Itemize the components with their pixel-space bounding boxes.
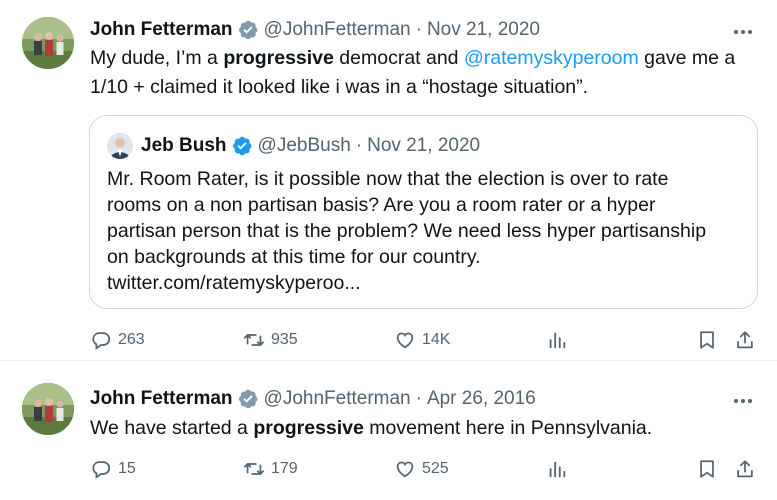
quoted-text-line: rooms on a non partisan basis? Are you a… [107,194,656,216]
author-handle[interactable]: @JohnFetterman [264,388,411,410]
tweet-header: John Fetterman @JohnFetterman · Nov 21, … [90,17,540,43]
more-options-icon[interactable] [731,20,755,44]
quoted-tweet-text: Mr. Room Rater, is it possible now that … [107,166,739,296]
tweet-date[interactable]: Nov 21, 2020 [427,19,540,41]
separator: · [355,135,363,156]
quoted-author-name: Jeb Bush [141,135,227,156]
tweet-text-part: democrat and [333,47,464,69]
share-button[interactable] [734,454,756,484]
tweet-text: We have started a progressive movement h… [90,414,757,443]
reply-count: 263 [118,331,145,348]
tweet[interactable]: John Fetterman @JohnFetterman · Nov 21, … [0,0,777,361]
separator: · [415,19,422,40]
like-count: 14K [422,331,451,348]
author-name[interactable]: John Fetterman [90,19,233,41]
reply-icon [92,332,111,350]
quoted-avatar [107,133,133,159]
retweet-button[interactable]: 935 [243,325,298,355]
author-handle[interactable]: @JohnFetterman [264,19,411,41]
share-icon [737,460,753,478]
quoted-tweet[interactable]: Jeb Bush @JebBush · Nov 21, 2020 Mr. Roo… [89,115,758,309]
tweet-actions: 263 935 14K [90,325,757,355]
tweet-header: John Fetterman @JohnFetterman · Apr 26, … [90,386,536,412]
retweet-count: 179 [271,460,298,477]
retweet-button[interactable]: 179 [243,454,298,484]
views-chart-icon [549,332,566,349]
tweet-actions: 15 179 525 [90,454,757,484]
views-chart-icon [549,461,566,478]
retweet-count: 935 [271,331,298,348]
reply-icon [92,461,111,479]
quoted-author-handle: @JebBush [257,135,351,156]
avatar-photo [22,17,74,69]
reply-button[interactable]: 263 [90,325,145,355]
verified-badge-icon [237,388,259,410]
views-button[interactable] [546,454,568,484]
retweet-icon [243,463,265,475]
more-options-icon[interactable] [731,389,755,413]
bookmark-button[interactable] [696,454,718,484]
views-button[interactable] [546,325,568,355]
verified-badge-icon [237,19,259,41]
reply-count: 15 [118,460,136,477]
avatar[interactable] [22,17,74,69]
heart-icon [396,461,414,478]
tweet-text-part: We have started a [90,417,254,439]
verified-badge-icon [231,135,253,157]
quoted-tweet-header: Jeb Bush @JebBush · Nov 21, 2020 [107,132,480,160]
quoted-text-line: partisan person that is the problem? We … [107,220,707,242]
tweet-text-bold: progressive [223,47,334,69]
quoted-link[interactable]: twitter.com/ratemyskyperoo... [107,270,739,296]
quoted-text-line: on backgrounds at this time for our coun… [107,246,481,268]
tweet-text-part: My dude, I’m a [90,47,224,69]
avatar[interactable] [22,383,74,435]
like-count: 525 [422,460,449,477]
share-icon [737,331,753,349]
tweet-date[interactable]: Apr 26, 2016 [427,388,536,410]
bookmark-icon [700,460,714,478]
bookmark-icon [700,331,714,349]
like-button[interactable]: 525 [394,454,449,484]
quoted-tweet-date: Nov 21, 2020 [367,135,481,156]
tweet-text: My dude, I’m a progressive democrat and … [90,44,757,102]
quoted-text-line: Mr. Room Rater, is it possible now that … [107,168,669,190]
mention-link[interactable]: @ratemyskyperoom [464,47,639,69]
share-button[interactable] [734,325,756,355]
tweet-text-part: movement here in Pennsylvania. [363,417,653,439]
tweet[interactable]: John Fetterman @JohnFetterman · Apr 26, … [0,361,777,500]
avatar-photo [22,383,74,435]
bookmark-button[interactable] [696,325,718,355]
like-button[interactable]: 14K [394,325,450,355]
retweet-icon [243,334,265,346]
tweet-text-bold: progressive [253,417,364,439]
author-name[interactable]: John Fetterman [90,388,233,410]
reply-button[interactable]: 15 [90,454,136,484]
heart-icon [396,332,414,349]
separator: · [415,388,422,409]
